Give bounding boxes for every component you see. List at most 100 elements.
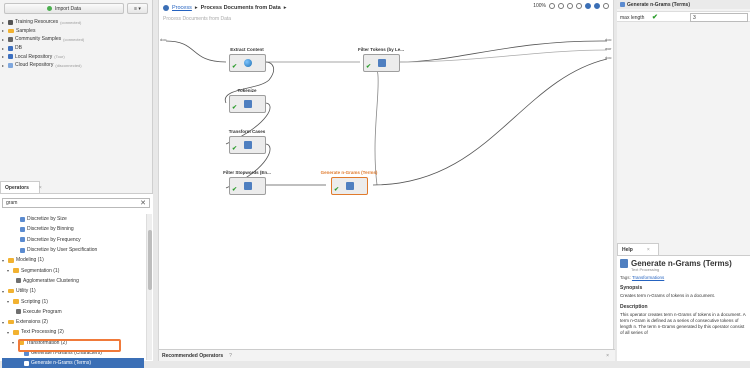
- input-port-label: doc: [160, 37, 167, 42]
- operator-title: Extract Content: [230, 47, 264, 52]
- repo-item-note: (disconnected): [55, 62, 82, 68]
- operator-title: Filter Tokens (by Le...: [358, 47, 404, 52]
- repo-item-training[interactable]: ▸ Training Resources (connected): [2, 18, 151, 27]
- tree-item[interactable]: Execute Program: [2, 307, 144, 317]
- folder-icon: [8, 319, 14, 325]
- training-folder-icon: [8, 19, 13, 25]
- folder-icon: [13, 268, 19, 273]
- document-icon: [244, 100, 252, 108]
- operator-title: Filter Stopwords (En...: [223, 170, 271, 175]
- tag-link[interactable]: Transformations: [632, 275, 664, 280]
- close-icon[interactable]: ×: [39, 185, 42, 191]
- status-ok-icon: ✔: [232, 64, 238, 70]
- repository-menu-button[interactable]: ≡ ▾: [127, 3, 148, 14]
- status-ok-icon: ✔: [232, 146, 238, 152]
- tree-item[interactable]: ▾ Segmentation (1): [2, 265, 144, 275]
- collapse-arrow-icon[interactable]: ▾: [2, 258, 6, 263]
- import-data-button[interactable]: Import Data: [4, 3, 124, 14]
- output-port-label: wor: [605, 46, 612, 51]
- status-ok-icon: ✔: [334, 187, 340, 193]
- tree-item[interactable]: Discretize by Frequency: [2, 235, 144, 245]
- operator-filter-stopwords[interactable]: ✔: [229, 177, 266, 195]
- collapse-arrow-icon[interactable]: ▾: [2, 289, 6, 294]
- operator-transform-cases[interactable]: ✔: [229, 136, 266, 154]
- max-length-input[interactable]: 3: [690, 13, 748, 22]
- operators-scrollbar[interactable]: [146, 214, 152, 360]
- operator-search-input[interactable]: gram ✕: [2, 198, 150, 208]
- tab-operators[interactable]: Operators ×: [0, 181, 42, 193]
- operator-icon: [16, 309, 21, 315]
- tree-item-label: Extensions (2): [16, 319, 48, 326]
- parameter-label: max length: [620, 15, 645, 21]
- collapse-arrow-icon[interactable]: ▾: [7, 330, 11, 335]
- description-heading: Description: [620, 304, 648, 310]
- repo-item-note: (connected): [60, 19, 82, 25]
- operator-title: Transform Cases: [228, 129, 266, 134]
- collapse-arrow-icon[interactable]: ▾: [7, 268, 11, 273]
- synopsis-heading: Synopsis: [620, 285, 643, 291]
- tree-item[interactable]: Discretize by Binning: [2, 224, 144, 234]
- tree-item[interactable]: ▾ Text Processing (2): [2, 327, 144, 337]
- db-icon: [8, 45, 13, 51]
- operator-generate-n-grams[interactable]: ✔: [331, 177, 368, 195]
- expand-arrow-icon[interactable]: ▸: [2, 28, 6, 33]
- tree-item-label: Scripting (1): [21, 298, 48, 305]
- scroll-thumb[interactable]: [148, 230, 152, 290]
- tree-item-label: Discretize by Frequency: [27, 236, 81, 243]
- tree-item[interactable]: Agglomerative Clustering: [2, 276, 144, 286]
- collapse-arrow-icon[interactable]: ▾: [2, 320, 6, 325]
- expand-arrow-icon[interactable]: ▸: [2, 20, 6, 25]
- repo-item-cloud-repository[interactable]: ▸ Cloud Repository (disconnected): [2, 61, 151, 70]
- check-icon: ✔: [652, 14, 658, 21]
- tab-help[interactable]: Help ×: [617, 243, 659, 255]
- expand-arrow-icon[interactable]: ▸: [2, 54, 6, 59]
- right-panel: Generate n-Grams (Terms) max length ✔ 3 …: [617, 0, 750, 361]
- repository-tree: ▸ Training Resources (connected) ▸ Sampl…: [2, 18, 151, 70]
- tab-help-label: Help: [622, 246, 633, 253]
- tree-item-selected[interactable]: Generate n-Grams (Terms): [2, 358, 144, 368]
- tree-item-label: Utility (1): [16, 288, 36, 295]
- repo-item-samples[interactable]: ▸ Samples: [2, 27, 151, 36]
- collapse-arrow-icon[interactable]: ▾: [12, 340, 16, 345]
- cloud-icon: [8, 62, 13, 68]
- operator-icon: [620, 259, 628, 268]
- annotation-highlight-box: [18, 339, 121, 352]
- recommended-label: Recommended Operators: [162, 352, 224, 359]
- operator-icon: [20, 237, 25, 243]
- help-icon[interactable]: ?: [229, 353, 232, 359]
- search-value: gram: [6, 200, 18, 206]
- repo-item-db[interactable]: ▸ DB: [2, 44, 151, 53]
- tab-operators-label: Operators: [5, 184, 29, 191]
- folder-icon: [13, 330, 19, 335]
- close-icon[interactable]: ×: [606, 353, 609, 359]
- operator-title: Tokenize: [237, 88, 257, 93]
- document-icon: [244, 182, 252, 190]
- operator-tokenize[interactable]: ✔: [229, 95, 266, 113]
- operator-icon: [620, 2, 625, 7]
- tree-item[interactable]: Discretize by Size: [2, 214, 144, 224]
- close-icon[interactable]: ×: [647, 247, 650, 253]
- collapse-arrow-icon[interactable]: ▾: [7, 299, 11, 304]
- left-panel: Import Data ≡ ▾ ▸ Training Resources (co…: [0, 0, 153, 368]
- operator-filter-tokens[interactable]: ✔: [363, 54, 400, 72]
- operator-extract-content[interactable]: ✔: [229, 54, 266, 72]
- expand-arrow-icon[interactable]: ▸: [2, 37, 6, 42]
- status-ok-icon: ✔: [232, 187, 238, 193]
- repo-item-label: Cloud Repository: [15, 62, 54, 69]
- repo-item-local-repository[interactable]: ▸ Local Repository (Tour): [2, 52, 151, 61]
- recommended-operators-bar[interactable]: Recommended Operators ? ×: [159, 349, 615, 361]
- clear-search-icon[interactable]: ✕: [140, 199, 146, 207]
- tree-item[interactable]: ▾ Modeling (1): [2, 255, 144, 265]
- import-icon: [46, 6, 52, 11]
- tree-item[interactable]: ▾ Scripting (1): [2, 296, 144, 306]
- tree-item[interactable]: ▾ Utility (1): [2, 286, 144, 296]
- tree-item[interactable]: ▾ Extensions (2): [2, 317, 144, 327]
- tree-item-label: Text Processing (2): [21, 329, 64, 336]
- tree-item[interactable]: Discretize by User Specification: [2, 245, 144, 255]
- process-panel: Process ▸ Process Documents from Data ▸ …: [158, 0, 615, 361]
- expand-arrow-icon[interactable]: ▸: [2, 46, 6, 51]
- status-ok-icon: ✔: [232, 105, 238, 111]
- expand-arrow-icon[interactable]: ▸: [2, 63, 6, 68]
- repo-item-community-samples[interactable]: ▸ Community Samples (connected): [2, 35, 151, 44]
- document-icon: [378, 59, 386, 67]
